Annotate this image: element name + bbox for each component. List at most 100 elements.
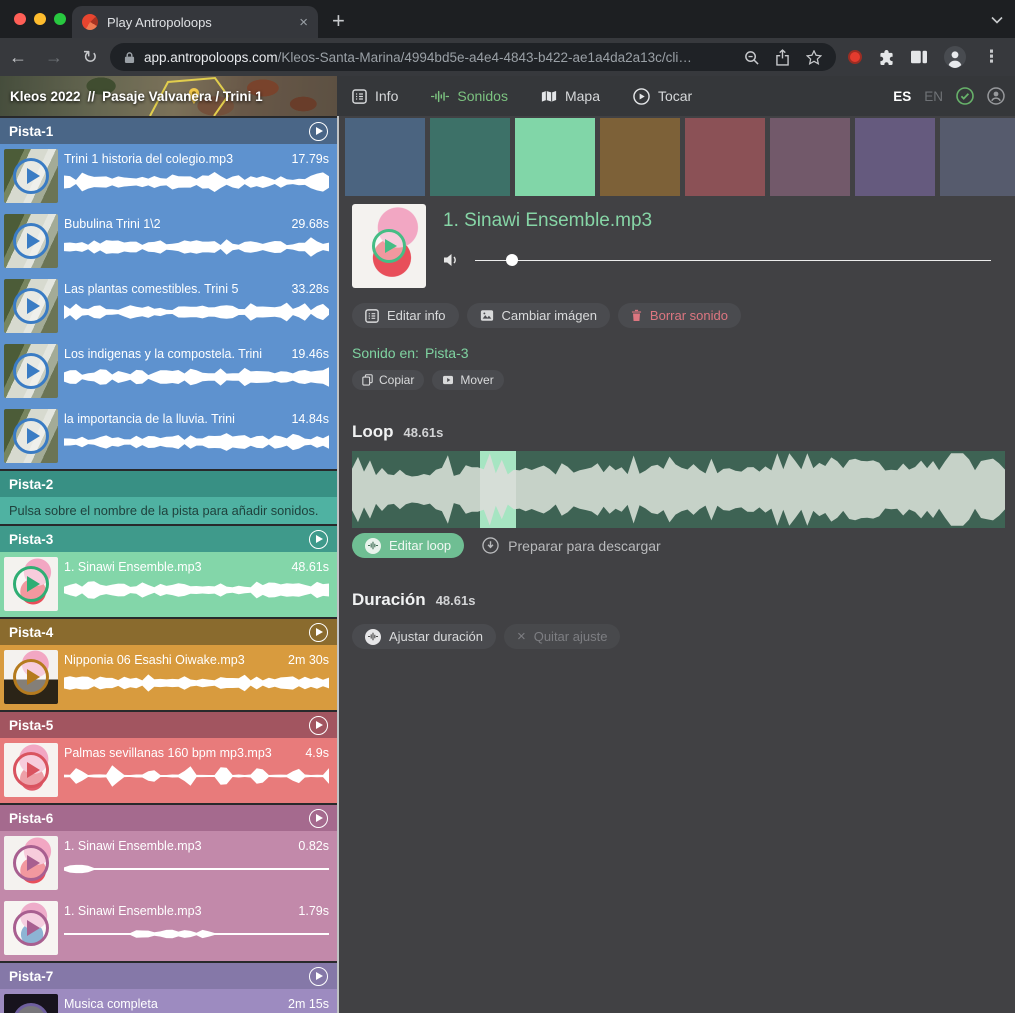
nav-tab-tocar[interactable]: Tocar <box>633 88 692 105</box>
track-play-button[interactable] <box>309 967 328 986</box>
clip-play-button[interactable] <box>13 752 49 788</box>
clip-item[interactable]: Las plantas comestibles. Trini 5 33.28s <box>0 274 337 339</box>
clip-item[interactable]: Musica completa 2m 15s <box>0 989 337 1013</box>
clip-thumbnail[interactable] <box>4 409 58 463</box>
clip-play-button[interactable] <box>13 288 49 324</box>
track-header[interactable]: Pista-5 <box>0 712 337 738</box>
clip-play-button[interactable] <box>13 566 49 602</box>
track-color-swatch-8[interactable] <box>940 118 1015 196</box>
clip-item[interactable]: la importancia de la lluvia. Trini 14.84… <box>0 404 337 469</box>
delete-sound-button[interactable]: Borrar sonido <box>618 303 741 328</box>
track-header[interactable]: Pista-7 <box>0 963 337 989</box>
clip-item[interactable]: 1. Sinawi Ensemble.mp3 0.82s <box>0 831 337 896</box>
browser-menu-icon[interactable]: ⋮ <box>983 47 1000 67</box>
clip-name[interactable]: Las plantas comestibles. Trini 5 <box>64 282 238 296</box>
tab-close-icon[interactable]: × <box>299 15 308 30</box>
macos-traffic-lights[interactable] <box>14 13 66 25</box>
clip-thumbnail[interactable] <box>4 994 58 1013</box>
track-color-swatch-1[interactable] <box>345 118 425 196</box>
volume-slider-track[interactable] <box>475 260 991 262</box>
clip-name[interactable]: Bubulina Trini 1\2 <box>64 217 161 231</box>
clip-thumbnail[interactable] <box>4 344 58 398</box>
browser-tab[interactable]: Play Antropoloops × <box>72 6 318 38</box>
extensions-puzzle-icon[interactable] <box>879 50 894 65</box>
clip-play-button[interactable] <box>13 659 49 695</box>
clip-play-button[interactable] <box>13 845 49 881</box>
zoom-magnifier-icon[interactable] <box>744 50 759 65</box>
prepare-download-button[interactable]: Preparar para descargar <box>482 537 661 554</box>
clip-thumbnail[interactable] <box>4 901 58 955</box>
minimize-window-button[interactable] <box>34 13 46 25</box>
clip-thumbnail[interactable] <box>4 836 58 890</box>
tab-list-chevron-icon[interactable] <box>991 16 1003 24</box>
track-header[interactable]: Pista-1 <box>0 118 337 144</box>
clip-play-button[interactable] <box>13 1003 49 1013</box>
clip-item[interactable]: Nipponia 06 Esashi Oiwake.mp3 2m 30s <box>0 645 337 710</box>
back-button[interactable]: ← <box>0 47 36 68</box>
sound-thumbnail[interactable] <box>352 204 426 288</box>
recording-extension-icon[interactable] <box>848 50 862 64</box>
clip-name[interactable]: Musica completa <box>64 997 158 1011</box>
clip-item[interactable]: Palmas sevillanas 160 bpm mp3.mp3 4.9s <box>0 738 337 803</box>
copy-button[interactable]: Copiar <box>352 370 424 390</box>
track-header[interactable]: Pista-4 <box>0 619 337 645</box>
track-color-swatch-6[interactable] <box>770 118 850 196</box>
clip-thumbnail[interactable] <box>4 279 58 333</box>
clip-thumbnail[interactable] <box>4 557 58 611</box>
track-header[interactable]: Pista-2 <box>0 471 337 497</box>
clip-name[interactable]: 1. Sinawi Ensemble.mp3 <box>64 904 202 918</box>
remove-adjust-button[interactable]: × Quitar ajuste <box>504 624 620 649</box>
side-panel-icon[interactable] <box>911 50 927 64</box>
bookmark-star-icon[interactable] <box>806 50 822 65</box>
nav-tab-sonidos[interactable]: Sonidos <box>431 88 508 104</box>
profile-avatar[interactable] <box>944 46 966 68</box>
clip-thumbnail[interactable] <box>4 149 58 203</box>
account-icon[interactable] <box>987 87 1005 105</box>
clip-name[interactable]: Nipponia 06 Esashi Oiwake.mp3 <box>64 653 245 667</box>
clip-play-button[interactable] <box>13 418 49 454</box>
adjust-duration-button[interactable]: Ajustar duración <box>352 624 496 649</box>
sound-play-button[interactable] <box>372 229 406 263</box>
clip-thumbnail[interactable] <box>4 214 58 268</box>
track-color-swatch-5[interactable] <box>685 118 765 196</box>
edit-loop-button[interactable]: Editar loop <box>352 533 464 558</box>
language-en-button[interactable]: EN <box>924 89 943 104</box>
share-icon[interactable] <box>776 49 789 66</box>
clip-play-button[interactable] <box>13 353 49 389</box>
clip-thumbnail[interactable] <box>4 743 58 797</box>
language-es-button[interactable]: ES <box>893 89 911 104</box>
track-color-swatch-2[interactable] <box>430 118 510 196</box>
volume-slider-thumb[interactable] <box>506 254 518 266</box>
sidebar-scrollbar[interactable] <box>337 116 339 1013</box>
clip-name[interactable]: 1. Sinawi Ensemble.mp3 <box>64 560 202 574</box>
move-button[interactable]: Mover <box>432 370 503 390</box>
track-color-swatch-3[interactable] <box>515 118 595 196</box>
edit-info-button[interactable]: Editar info <box>352 303 459 328</box>
breadcrumb[interactable]: Kleos 2022 // Pasaje Valvanera / Trini 1 <box>10 76 263 116</box>
track-play-button[interactable] <box>309 122 328 141</box>
clip-name[interactable]: Los indigenas y la compostela. Trini <box>64 347 262 361</box>
clip-item[interactable]: 1. Sinawi Ensemble.mp3 48.61s <box>0 552 337 617</box>
zoom-window-button[interactable] <box>54 13 66 25</box>
track-play-button[interactable] <box>309 716 328 735</box>
clip-item[interactable]: Trini 1 historia del colegio.mp3 17.79s <box>0 144 337 209</box>
track-color-swatch-7[interactable] <box>855 118 935 196</box>
close-window-button[interactable] <box>14 13 26 25</box>
clip-name[interactable]: Trini 1 historia del colegio.mp3 <box>64 152 233 166</box>
url-bar[interactable]: app.antropoloops.com/Kleos-Santa-Marina/… <box>110 43 836 71</box>
clip-item[interactable]: Bubulina Trini 1\2 29.68s <box>0 209 337 274</box>
clip-play-button[interactable] <box>13 158 49 194</box>
reload-button[interactable]: ↻ <box>72 47 108 68</box>
track-header[interactable]: Pista-6 <box>0 805 337 831</box>
clip-name[interactable]: 1. Sinawi Ensemble.mp3 <box>64 839 202 853</box>
loop-waveform[interactable] <box>352 451 1005 528</box>
forward-button[interactable]: → <box>36 47 72 68</box>
nav-tab-mapa[interactable]: Mapa <box>541 88 600 104</box>
clip-name[interactable]: Palmas sevillanas 160 bpm mp3.mp3 <box>64 746 272 760</box>
track-header[interactable]: Pista-3 <box>0 526 337 552</box>
track-color-swatch-4[interactable] <box>600 118 680 196</box>
track-play-button[interactable] <box>309 623 328 642</box>
new-tab-button[interactable]: + <box>332 5 345 37</box>
clip-item[interactable]: 1. Sinawi Ensemble.mp3 1.79s <box>0 896 337 961</box>
clip-play-button[interactable] <box>13 223 49 259</box>
